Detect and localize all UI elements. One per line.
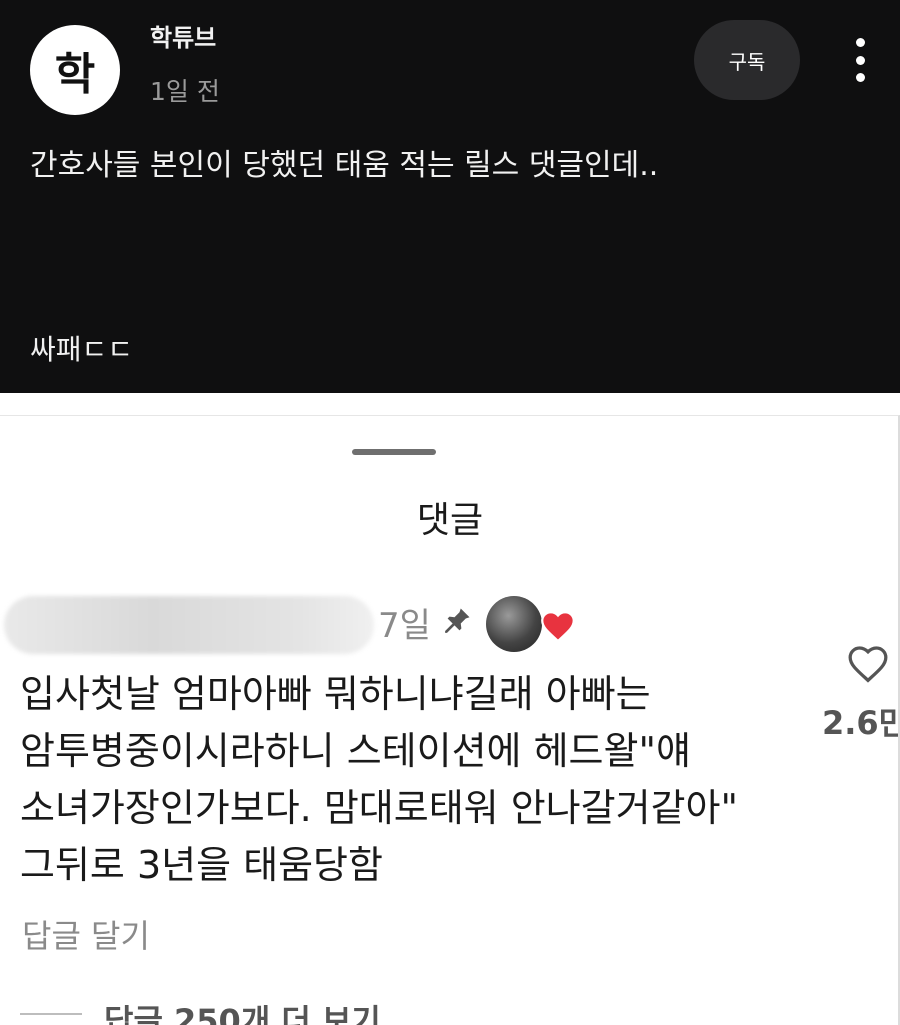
channel-avatar[interactable]: 학 bbox=[30, 25, 120, 115]
post-caption: 싸패ㄷㄷ bbox=[30, 333, 134, 366]
shorts-post: 학 학튜브 1일 전 구독 간호사들 본인이 당했던 태움 적는 릴스 댓글인데… bbox=[0, 0, 900, 393]
post-timestamp: 1일 전 bbox=[150, 77, 220, 106]
comment-line: 암투병중이시라하니 스테이션에 헤드왈"얘 bbox=[20, 729, 691, 773]
comment-line: 소녀가장인가보다. 맘대로태워 안나갈거같아" bbox=[20, 786, 738, 830]
creator-avatar bbox=[486, 596, 542, 652]
blurred-username bbox=[4, 596, 374, 654]
drag-handle[interactable] bbox=[352, 449, 436, 455]
comments-sheet: 댓글 7일 입사첫날 엄마아빠 뭐하니냐길래 아빠는 암투병중이시라하니 스테이… bbox=[0, 415, 900, 1025]
heart-icon bbox=[541, 611, 575, 643]
like-count: 2.6만 bbox=[822, 704, 900, 742]
pin-icon bbox=[445, 608, 470, 633]
post-text: 간호사들 본인이 당했던 태움 적는 릴스 댓글인데.. bbox=[30, 148, 659, 183]
comments-title: 댓글 bbox=[416, 500, 484, 541]
divider bbox=[0, 393, 900, 415]
comment-line: 입사첫날 엄마아빠 뭐하니냐길래 아빠는 bbox=[20, 672, 651, 716]
like-heart-icon[interactable] bbox=[846, 644, 890, 684]
comment-age: 7일 bbox=[378, 606, 431, 646]
channel-name[interactable]: 학튜브 bbox=[150, 18, 216, 53]
subscribe-button[interactable]: 구독 bbox=[694, 20, 800, 100]
comment-text: 입사첫날 엄마아빠 뭐하니냐길래 아빠는 암투병중이시라하니 스테이션에 헤드왈… bbox=[20, 666, 800, 894]
comment-line: 그뒤로 3년을 태움당함 bbox=[20, 843, 383, 887]
view-more-replies-button[interactable]: 답글 250개 더 보기 bbox=[104, 996, 381, 1025]
replies-line bbox=[20, 1013, 82, 1015]
reply-button[interactable]: 답글 달기 bbox=[22, 911, 150, 957]
more-vertical-icon[interactable] bbox=[850, 38, 870, 82]
